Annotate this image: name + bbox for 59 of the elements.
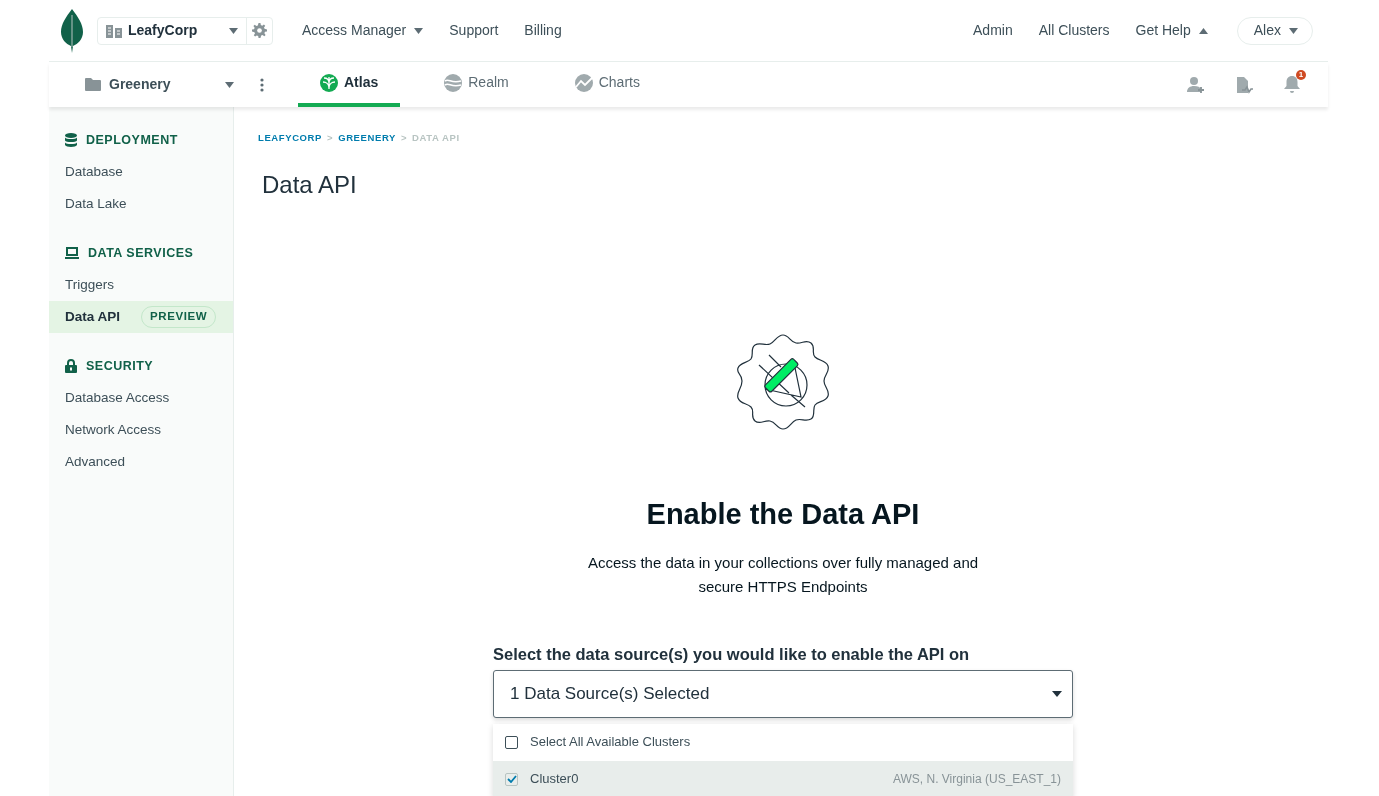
building-icon <box>106 23 122 38</box>
document-pulse-icon <box>1234 74 1254 95</box>
preview-badge: PREVIEW <box>141 306 217 328</box>
sidebar-item[interactable]: Database Access <box>49 382 233 414</box>
breadcrumb-current: DATA API <box>412 131 460 145</box>
folder-icon <box>85 78 101 91</box>
checkbox[interactable] <box>505 772 518 786</box>
sidebar-item[interactable]: Data API <box>65 306 120 328</box>
page-title: Data API <box>262 170 358 201</box>
bell-icon <box>1283 75 1301 94</box>
caret-down-icon <box>1052 690 1062 697</box>
leaf-logo <box>61 8 83 53</box>
leaf-circle-icon <box>320 73 338 92</box>
nav-link[interactable]: Billing <box>511 20 575 41</box>
database-icon <box>65 133 77 147</box>
caret-down-icon <box>229 27 238 34</box>
chart-circle-icon <box>574 73 593 92</box>
caret-down-icon <box>225 81 234 88</box>
breadcrumb-link[interactable]: GREENERY <box>338 131 396 146</box>
field-label: Select the data source(s) you would like to enable the API on <box>493 643 971 665</box>
section-heading: DEPLOYMENT <box>86 131 178 149</box>
caret-down-icon <box>1289 27 1298 34</box>
product-tab[interactable]: Charts <box>552 62 662 107</box>
notifications-button[interactable]: 1 <box>1280 72 1304 97</box>
nav-link[interactable]: Admin <box>960 20 1026 41</box>
lock-icon <box>65 359 77 373</box>
project-selector[interactable]: Greenery <box>49 62 234 107</box>
notification-count: 1 <box>1296 69 1306 80</box>
product-tab[interactable]: Realm <box>422 62 531 107</box>
sidebar-item[interactable]: Data Lake <box>49 188 233 220</box>
kebab-icon <box>260 77 264 92</box>
breadcrumb-link[interactable]: LEAFYCORP <box>258 131 322 146</box>
checkbox[interactable] <box>505 735 518 749</box>
breadcrumb-separator: > <box>327 131 334 145</box>
laptop-icon <box>65 247 79 259</box>
section-heading: SECURITY <box>86 357 154 375</box>
sidebar-item[interactable]: Network Access <box>49 414 233 446</box>
sidebar-item[interactable]: Triggers <box>49 269 233 301</box>
gear-icon <box>252 23 267 38</box>
cluster-region: AWS, N. Virginia (US_EAST_1) <box>892 771 1061 788</box>
dropdown-option[interactable]: Cluster0 AWS, N. Virginia (US_EAST_1) <box>493 760 1073 796</box>
nav-link[interactable]: All Clusters <box>1025 20 1123 41</box>
user-plus-icon <box>1187 75 1205 94</box>
org-name: LeafyCorp <box>128 21 199 40</box>
breadcrumb-separator: > <box>400 131 408 145</box>
user-menu-button[interactable]: Alex <box>1236 16 1313 45</box>
sidebar-item[interactable]: Database <box>49 156 233 188</box>
nav-link[interactable]: Get Help <box>1122 20 1221 41</box>
hero-description: Access the data in your collections over fully managed and secure HTTPS Endpoints <box>586 552 980 597</box>
section-heading: DATA SERVICES <box>88 244 194 262</box>
nav-link[interactable]: Access Manager <box>289 20 437 41</box>
hero-title: Enable the Data API <box>646 497 920 533</box>
nav-link[interactable]: Support <box>436 20 512 41</box>
cluster-name: Cluster0 <box>530 770 579 789</box>
data-source-dropdown[interactable]: 1 Data Source(s) Selected <box>493 669 1073 718</box>
dropdown-option[interactable]: Select All Available Clusters <box>493 723 1073 761</box>
wave-circle-icon <box>444 73 463 92</box>
sidebar-item[interactable]: Advanced <box>49 446 233 478</box>
product-tab[interactable]: Atlas <box>298 62 401 107</box>
